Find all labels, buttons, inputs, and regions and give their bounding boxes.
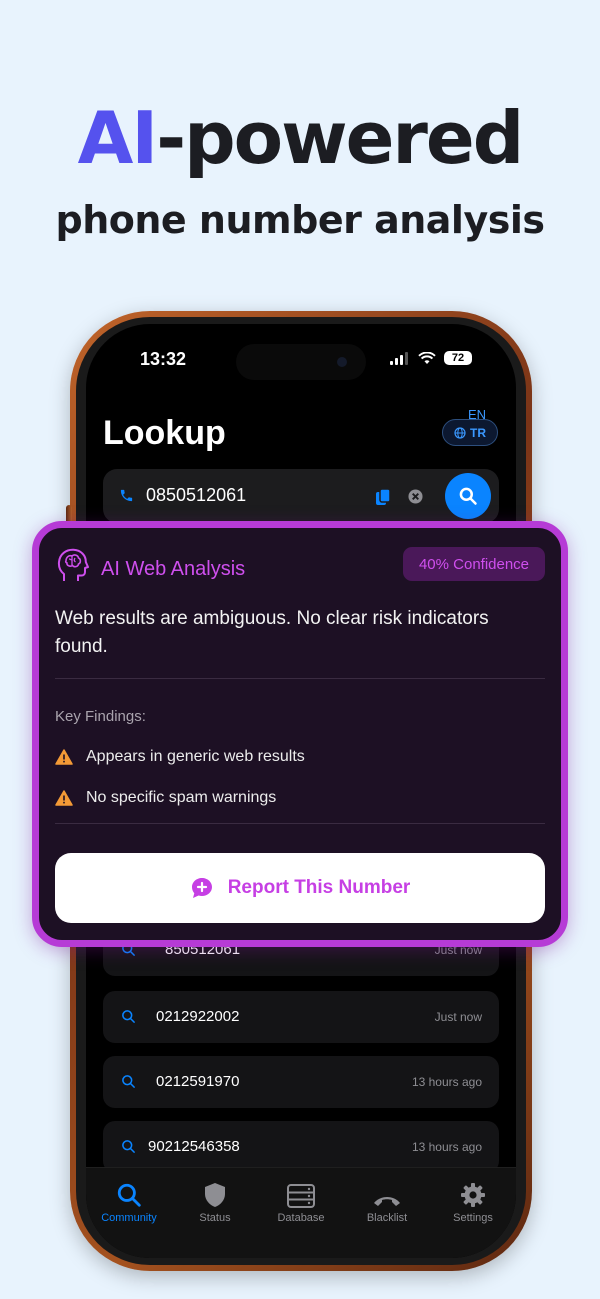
search-icon [122,1010,135,1023]
findings-label: Key Findings: [55,708,146,725]
island-indicator-icon [337,357,347,367]
language-toggle[interactable]: TR [442,419,498,446]
search-icon [459,487,477,505]
tab-status[interactable]: Status [172,1178,258,1224]
finding-item: Appears in generic web results [55,748,305,766]
tab-label: Status [199,1212,231,1224]
search-button[interactable] [445,473,491,519]
database-icon [287,1184,315,1208]
phone-icon [120,489,133,502]
gear-icon [461,1183,485,1207]
tab-label: Community [101,1212,157,1224]
headline-title: AI-powered [0,92,600,184]
battery-indicator: 72 [444,351,472,365]
history-number: 0212922002 [156,1008,240,1025]
tab-bar: Community Status Database Blacklist Sett… [86,1167,516,1258]
paste-icon[interactable] [375,488,391,506]
phone-hangup-icon [374,1197,400,1206]
analysis-summary: Web results are ambiguous. No clear risk… [55,608,489,657]
divider [55,823,545,824]
tab-database[interactable]: Database [258,1178,344,1224]
headline: AI-powered phone number analysis [0,92,600,242]
history-time: 13 hours ago [411,1075,482,1089]
clear-icon[interactable] [408,489,423,504]
tab-settings[interactable]: Settings [430,1178,516,1224]
list-item[interactable]: 0212591970 13 hours ago [103,1056,499,1108]
headline-subtitle: phone number analysis [55,198,545,242]
headline-powered: -powered [156,96,524,180]
search-icon [122,1140,135,1153]
search-bar[interactable]: 0850512061 [103,469,499,523]
status-indicators: 72 [390,351,472,365]
history-time: 13 hours ago [411,1140,482,1154]
wifi-icon [418,351,436,364]
list-item[interactable]: 90212546358 13 hours ago [103,1121,499,1173]
brain-head-icon [57,548,89,581]
report-number-button[interactable]: Report This Number [55,853,545,923]
history-time: Just now [434,1010,482,1024]
confidence-badge: 40% Confidence [403,547,545,581]
warning-icon [55,790,73,806]
ai-analysis-card: AI Web Analysis 40% Confidence Web resul… [32,521,568,947]
tab-blacklist[interactable]: Blacklist [344,1178,430,1224]
report-plus-icon [191,878,212,898]
headline-ai: AI [77,96,159,180]
globe-icon [454,426,466,439]
status-time: 13:32 [140,349,187,369]
history-number: 0212591970 [156,1073,240,1090]
divider [55,678,545,679]
dynamic-island [236,344,366,380]
card-title: AI Web Analysis [101,558,246,580]
search-icon [117,1183,141,1207]
shield-icon [205,1183,225,1207]
finding-item: No specific spam warnings [55,789,276,807]
finding-text: No specific spam warnings [86,789,277,806]
language-alternate: TR [470,425,486,440]
warning-icon [55,749,73,765]
tab-label: Database [277,1212,325,1224]
tab-label: Blacklist [366,1212,408,1224]
search-icon [122,1075,135,1088]
page-title: Lookup [103,414,226,452]
cellular-signal-icon [390,351,408,365]
tab-label: Settings [453,1212,493,1224]
search-input[interactable]: 0850512061 [146,485,246,506]
finding-text: Appears in generic web results [86,748,305,765]
tab-community[interactable]: Community [86,1178,172,1224]
history-number: 90212546358 [148,1138,240,1155]
report-button-label: Report This Number [227,877,411,898]
list-item[interactable]: 0212922002 Just now [103,991,499,1043]
